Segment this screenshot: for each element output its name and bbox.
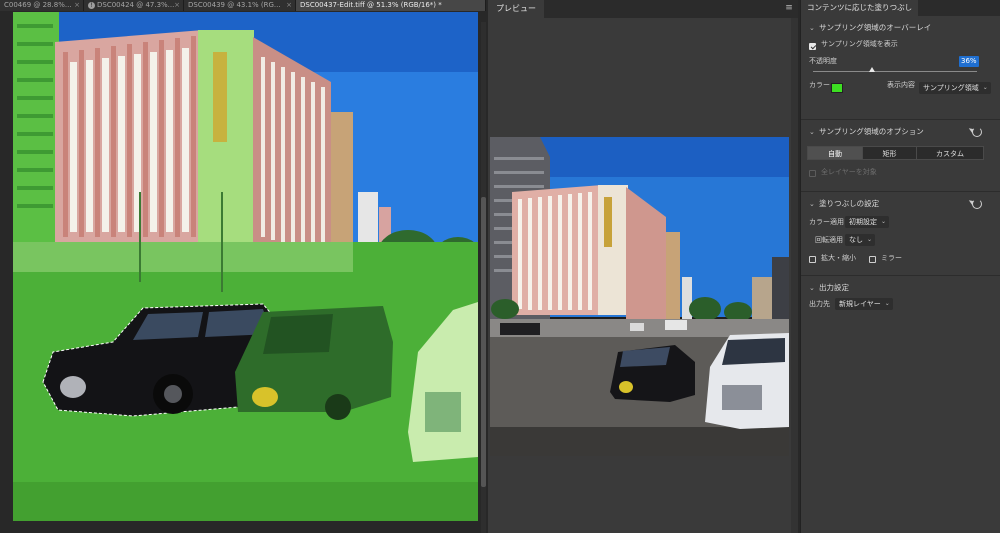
rotation-dropdown[interactable]: なし ⌄ xyxy=(845,234,875,246)
preview-scrollbar[interactable] xyxy=(791,18,798,533)
canvas-photo[interactable] xyxy=(13,12,478,521)
canvas-area[interactable] xyxy=(0,11,486,533)
opacity-row: 不透明度 36% xyxy=(801,56,1000,78)
show-sampling-label: サンプリング領域を表示 xyxy=(821,40,898,48)
reset-icon[interactable] xyxy=(972,199,982,209)
chevron-down-icon[interactable]: ⌄ xyxy=(809,16,819,40)
mirror-checkbox[interactable] xyxy=(869,256,876,263)
close-icon[interactable]: × xyxy=(286,0,292,10)
display-dropdown[interactable]: サンプリング領域 ⌄ xyxy=(919,82,991,94)
display-dropdown-value: サンプリング領域 xyxy=(923,84,979,92)
document-tab[interactable]: C00469 @ 28.8%... × xyxy=(0,0,84,11)
section-title: サンプリング領域のオプション xyxy=(819,127,924,136)
document-tab-bar: C00469 @ 28.8%... × ! DSC00424 @ 47.3%...… xyxy=(0,0,486,11)
all-layers-row: 全レイヤーを対象 xyxy=(801,166,1000,184)
output-dropdown[interactable]: 新規レイヤー ⌄ xyxy=(835,298,893,310)
output-row: 出力先 新規レイヤー ⌄ xyxy=(801,298,1000,318)
color-adapt-value: 初期設定 xyxy=(849,218,877,226)
all-layers-checkbox[interactable] xyxy=(809,170,816,177)
color-row: カラー 表示内容 サンプリング領域 ⌄ xyxy=(801,78,1000,100)
reset-icon[interactable] xyxy=(972,127,982,137)
document-tab-active[interactable]: DSC00437-Edit.tiff @ 51.3% (RGB/16*) * xyxy=(296,0,486,11)
color-adapt-dropdown[interactable]: 初期設定 ⌄ xyxy=(845,216,889,228)
output-value: 新規レイヤー xyxy=(839,300,881,308)
document-tab[interactable]: DSC00439 @ 43.1% (RG... × xyxy=(184,0,296,11)
show-sampling-checkbox[interactable] xyxy=(809,43,816,50)
fill-settings-section: ⌄ 塗りつぶしの設定 カラー適用 初期設定 ⌄ 回転適用 なし ⌄ 拡大・縮小 ミラー xyxy=(801,192,1000,276)
scrollbar-thumb[interactable] xyxy=(481,197,486,487)
opacity-slider-track[interactable] xyxy=(813,71,977,72)
scale-checkbox[interactable] xyxy=(809,256,816,263)
warning-icon: ! xyxy=(88,2,95,9)
preview-tab[interactable]: プレビュー xyxy=(488,0,544,18)
mode-rectangle-button[interactable]: 矩形 xyxy=(862,146,917,160)
all-layers-label: 全レイヤーを対象 xyxy=(821,168,877,176)
scale-label: 拡大・縮小 xyxy=(821,254,856,262)
mode-auto-button[interactable]: 自動 xyxy=(807,146,863,160)
output-label: 出力先 xyxy=(809,300,830,308)
chevron-down-icon[interactable]: ⌄ xyxy=(809,120,819,144)
close-icon[interactable]: × xyxy=(74,0,80,10)
document-tab[interactable]: ! DSC00424 @ 47.3%... × xyxy=(84,0,184,11)
output-section-header[interactable]: ⌄ 出力設定 xyxy=(801,276,1000,300)
canvas-scrollbar[interactable] xyxy=(481,22,486,533)
section-title: サンプリング領域のオーバーレイ xyxy=(819,23,932,32)
color-adapt-label: カラー適用 xyxy=(809,218,844,226)
tab-label: DSC00437-Edit.tiff @ 51.3% (RGB/16*) * xyxy=(300,1,442,9)
scale-mirror-row: 拡大・縮小 ミラー xyxy=(801,252,1000,270)
display-label: 表示内容 xyxy=(887,81,915,89)
section-title: 塗りつぶしの設定 xyxy=(819,199,880,208)
opacity-label: 不透明度 xyxy=(809,57,837,65)
overlay-section: ⌄ サンプリング領域のオーバーレイ サンプリング領域を表示 不透明度 36% カラ… xyxy=(801,16,1000,120)
preview-photo[interactable] xyxy=(490,137,789,456)
chevron-down-icon: ⌄ xyxy=(866,236,872,243)
output-section: ⌄ 出力設定 出力先 新規レイヤー ⌄ xyxy=(801,276,1000,322)
chevron-down-icon: ⌄ xyxy=(880,218,886,225)
tab-label: C00469 @ 28.8%... xyxy=(4,1,72,9)
section-title: 出力設定 xyxy=(819,283,849,292)
color-label: カラー xyxy=(809,81,830,89)
preview-panel: プレビュー ≡ xyxy=(488,0,798,533)
chevron-down-icon: ⌄ xyxy=(982,84,988,91)
panel-menu-icon[interactable]: ≡ xyxy=(784,3,794,13)
mode-custom-button[interactable]: カスタム xyxy=(916,146,984,160)
opacity-slider-thumb[interactable] xyxy=(869,67,876,72)
rotation-value: なし xyxy=(849,236,863,244)
sampling-options-section: ⌄ サンプリング領域のオプション 自動 矩形 カスタム 全レイヤーを対象 xyxy=(801,120,1000,192)
chevron-down-icon: ⌄ xyxy=(884,300,890,307)
preview-header: プレビュー ≡ xyxy=(488,0,798,18)
close-icon[interactable]: × xyxy=(174,0,180,10)
tab-label: DSC00439 @ 43.1% (RG... xyxy=(188,1,281,9)
panel-title-tab[interactable]: コンテンツに応じた塗りつぶし xyxy=(801,0,919,16)
rotation-label: 回転適用 xyxy=(815,236,843,244)
tab-label: DSC00424 @ 47.3%... xyxy=(97,1,175,9)
sampling-options-header[interactable]: ⌄ サンプリング領域のオプション xyxy=(801,120,1000,144)
opacity-value-field[interactable]: 36% xyxy=(959,56,979,67)
content-aware-fill-panel: コンテンツに応じた塗りつぶし ⌄ サンプリング領域のオーバーレイ サンプリング領域… xyxy=(800,0,1000,533)
mirror-label: ミラー xyxy=(881,254,902,262)
overlay-color-swatch[interactable] xyxy=(831,83,843,93)
panel-header: コンテンツに応じた塗りつぶし xyxy=(801,0,1000,16)
